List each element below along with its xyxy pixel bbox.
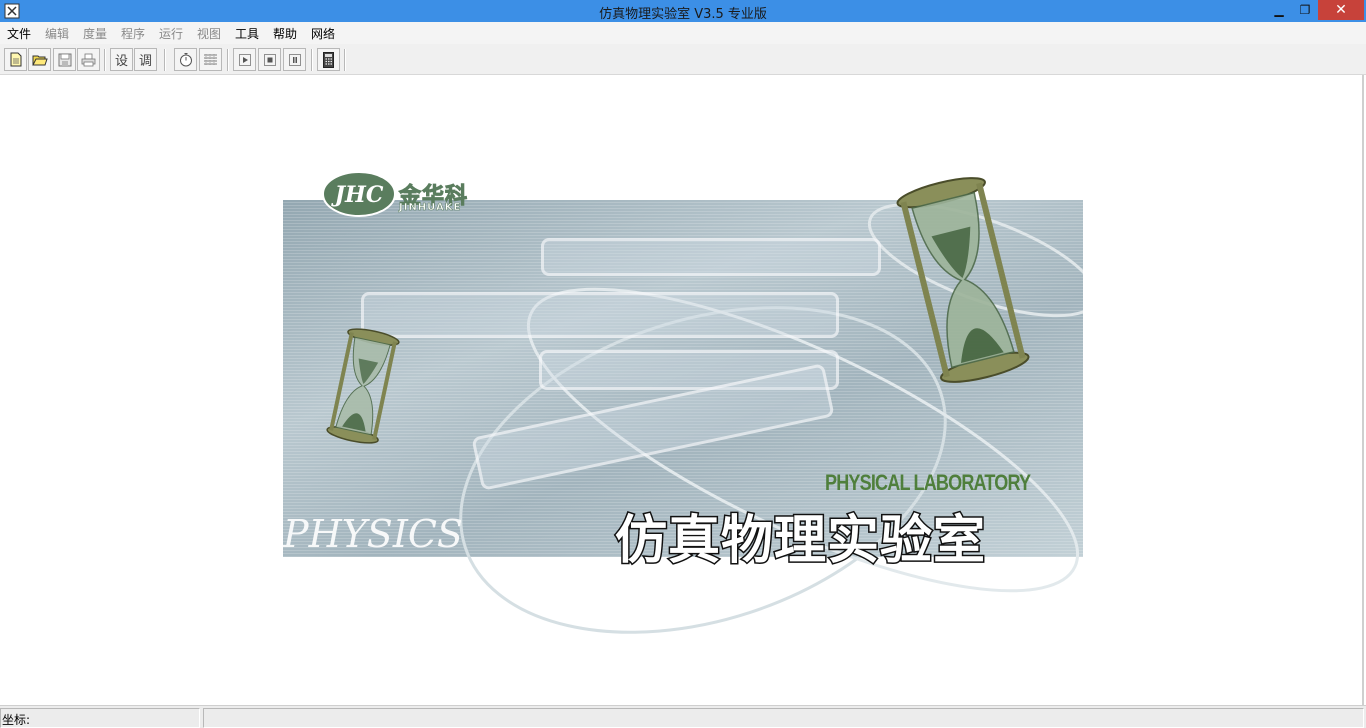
logo-mark: JHC (331, 182, 384, 208)
new-file-icon (10, 52, 21, 67)
menu-help[interactable]: 帮助 (273, 25, 297, 42)
adjust-button[interactable]: 调 (134, 48, 157, 71)
toolbar-separator (311, 49, 313, 71)
splash-image: JHC 金华科 JINHUAKE PHYSICS PHYSICAL LABORA… (283, 140, 1083, 640)
play-button[interactable] (233, 48, 256, 71)
background-panel (541, 238, 881, 276)
calculator-button[interactable] (317, 48, 340, 71)
set-button[interactable]: 设 (110, 48, 133, 71)
hourglass-icon (326, 328, 400, 444)
menu-tools[interactable]: 工具 (235, 25, 259, 42)
pause-button[interactable] (283, 48, 306, 71)
close-button[interactable]: ✕ (1318, 0, 1364, 20)
timer-button[interactable] (174, 48, 197, 71)
menu-edit[interactable]: 编辑 (45, 25, 69, 42)
physics-watermark: PHYSICS (283, 512, 463, 556)
open-folder-icon (31, 55, 48, 65)
menu-run[interactable]: 运行 (159, 25, 183, 42)
stop-icon (263, 53, 276, 66)
minimize-button[interactable]: ▁ (1266, 0, 1292, 20)
grid-icon (204, 53, 217, 66)
calculator-icon (323, 51, 334, 68)
menu-file[interactable]: 文件 (7, 25, 31, 42)
menu-network[interactable]: 网络 (311, 25, 335, 42)
new-button[interactable] (4, 48, 27, 71)
pause-icon (288, 53, 301, 66)
status-bar: 坐标: (0, 705, 1366, 728)
menu-program[interactable]: 程序 (121, 25, 145, 42)
menu-bar: 文件 编辑 度量 程序 运行 视图 工具 帮助 网络 (0, 22, 1366, 44)
play-icon (238, 53, 251, 66)
toolbar: 设 调 (0, 44, 1366, 75)
jhc-logo: JHC (322, 171, 396, 217)
menu-measure[interactable]: 度量 (83, 25, 107, 42)
toolbar-separator (164, 49, 166, 71)
open-button[interactable] (28, 48, 51, 71)
toolbar-separator (227, 49, 229, 71)
save-icon (58, 53, 71, 66)
restore-button[interactable]: ❐ (1292, 0, 1318, 20)
toolbar-separator (104, 49, 106, 71)
save-button[interactable] (53, 48, 76, 71)
print-icon (81, 53, 96, 66)
hourglass-icon (896, 177, 1030, 383)
status-coord-label: 坐标: (2, 713, 31, 727)
background-panel (361, 292, 839, 338)
title-bar: 仿真物理实验室 V3.5 专业版 ▁ ❐ ✕ (0, 0, 1366, 22)
grid-button[interactable] (199, 48, 222, 71)
splash-title: 仿真物理实验室 (613, 510, 987, 573)
window-title: 仿真物理实验室 V3.5 专业版 (599, 7, 767, 22)
print-button[interactable] (77, 48, 100, 71)
toolbar-separator (344, 49, 346, 71)
stopwatch-icon (179, 53, 192, 67)
menu-view[interactable]: 视图 (197, 25, 221, 42)
logo-subtext: JINHUAKE (399, 202, 462, 214)
stop-button[interactable] (258, 48, 281, 71)
status-cell (203, 708, 1364, 728)
physical-laboratory-label: PHYSICAL LABORATORY (825, 470, 1031, 495)
